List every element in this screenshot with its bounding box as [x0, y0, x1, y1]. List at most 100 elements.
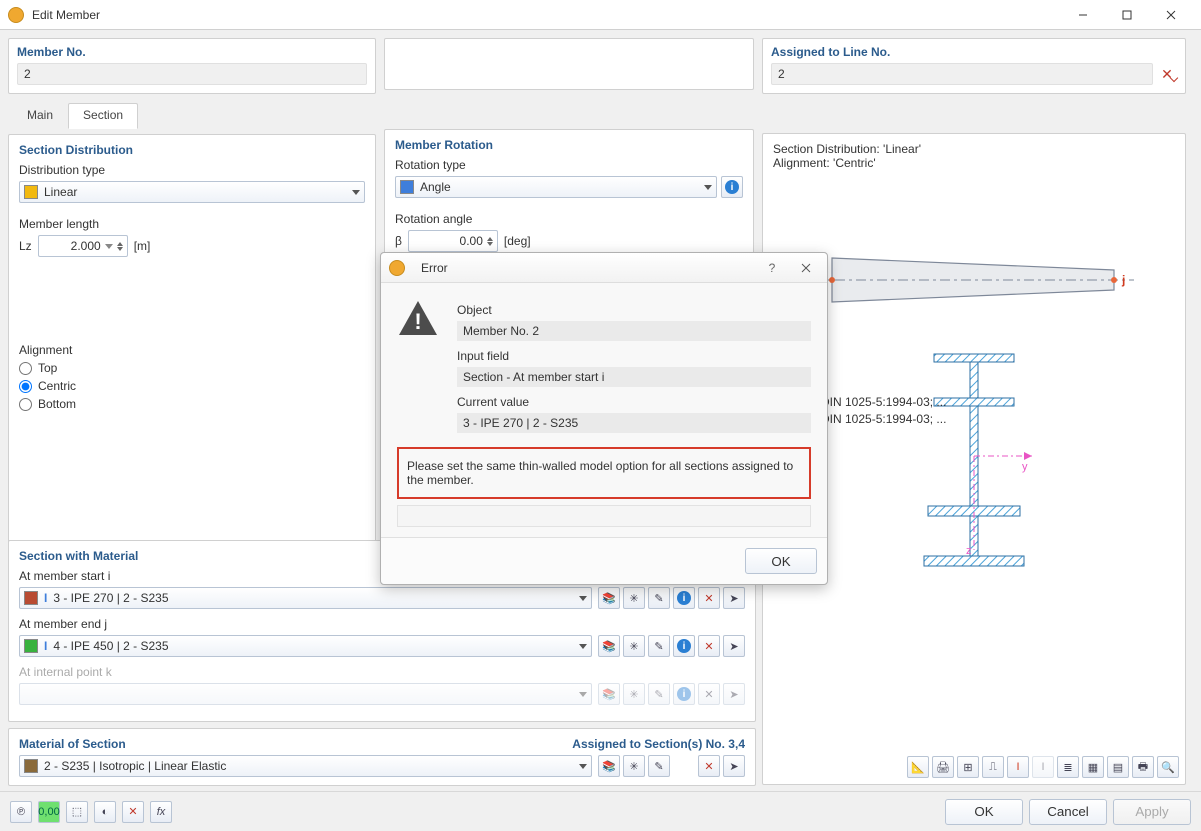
new-button[interactable]: ✳: [623, 755, 645, 777]
window-titlebar: Edit Member: [0, 0, 1201, 30]
dialog-close-button[interactable]: [793, 257, 819, 279]
swm-end-dropdown[interactable]: I 4 - IPE 450 | 2 - S235: [19, 635, 592, 657]
member-no-input[interactable]: 2: [17, 63, 367, 85]
info-icon: i: [725, 180, 739, 194]
node-j-label: j: [1121, 273, 1125, 287]
toolbar-i-button[interactable]: I: [1007, 756, 1029, 778]
delete-button[interactable]: ✕: [698, 755, 720, 777]
delete-button[interactable]: ✕: [698, 635, 720, 657]
toolbar-search-button[interactable]: 🔍: [1157, 756, 1179, 778]
member-rotation-title: Member Rotation: [395, 138, 743, 152]
toolbar-values-button[interactable]: ▤: [1107, 756, 1129, 778]
apply-button[interactable]: Apply: [1113, 799, 1191, 825]
maximize-button[interactable]: [1105, 1, 1149, 29]
new-button[interactable]: ✳: [623, 587, 645, 609]
ok-button[interactable]: OK: [945, 799, 1023, 825]
new-button[interactable]: ✳: [623, 635, 645, 657]
din-info-2: DIN 1025-5:1994-03; ...: [821, 411, 946, 428]
tab-main[interactable]: Main: [12, 103, 68, 129]
edit-button[interactable]: ✎: [648, 587, 670, 609]
library-button[interactable]: 📚: [598, 587, 620, 609]
member-length-input[interactable]: 2.000: [38, 235, 128, 257]
toolbar-grid-button[interactable]: ▦: [1082, 756, 1104, 778]
rotation-type-dropdown[interactable]: Angle: [395, 176, 717, 198]
length-symbol: Lz: [19, 239, 32, 253]
tabs: Main Section: [8, 102, 376, 128]
radio-bottom[interactable]: Bottom: [19, 397, 365, 411]
svg-text:z: z: [966, 545, 972, 557]
distribution-type-label: Distribution type: [19, 163, 365, 177]
toolbar-print-button[interactable]: 🖨: [932, 756, 954, 778]
toolbar-stress-button[interactable]: ⎍: [982, 756, 1004, 778]
empty-middle-panel: [384, 38, 754, 90]
swm-start-dropdown[interactable]: I 3 - IPE 270 | 2 - S235: [19, 587, 592, 609]
bb-fx-button[interactable]: fx: [150, 801, 172, 823]
pick-button[interactable]: ➤: [723, 635, 745, 657]
error-title: Error: [421, 261, 751, 275]
bb-local-button[interactable]: ◐: [94, 801, 116, 823]
din-info-1: DIN 1025-5:1994-03; ...: [821, 394, 946, 411]
info-button: i: [673, 683, 695, 705]
toolbar-list-button[interactable]: ≣: [1057, 756, 1079, 778]
toolbar-view-button[interactable]: 📐: [907, 756, 929, 778]
info-icon: i: [677, 639, 691, 653]
window-title: Edit Member: [32, 8, 1061, 22]
bb-remove-button[interactable]: ✕: [122, 801, 144, 823]
bb-axes-button[interactable]: ⬚: [66, 801, 88, 823]
material-panel: Material of Section Assigned to Section(…: [8, 728, 756, 786]
tab-section[interactable]: Section: [68, 103, 138, 129]
delete-button[interactable]: ✕: [698, 587, 720, 609]
info-button[interactable]: i: [673, 635, 695, 657]
cancel-button[interactable]: Cancel: [1029, 799, 1107, 825]
assigned-line-label: Assigned to Line No.: [771, 45, 1177, 59]
chevron-down-icon: [704, 185, 712, 190]
pick-button: ➤: [723, 683, 745, 705]
swm-internal-dropdown: [19, 683, 592, 705]
info-icon: i: [677, 687, 691, 701]
info-button[interactable]: i: [673, 587, 695, 609]
length-unit: [m]: [134, 239, 151, 253]
member-length-label: Member length: [19, 217, 365, 231]
preview-info-line1: Section Distribution: 'Linear': [773, 142, 1175, 156]
member-no-panel: Member No. 2: [8, 38, 376, 94]
toolbar-axes-button[interactable]: ⊞: [957, 756, 979, 778]
bb-units-button[interactable]: ℗: [10, 801, 32, 823]
bb-dim-button[interactable]: 0,00: [38, 801, 60, 823]
chevron-down-icon: [352, 190, 360, 195]
edit-button[interactable]: ✎: [648, 755, 670, 777]
radio-centric[interactable]: Centric: [19, 379, 365, 393]
new-button: ✳: [623, 683, 645, 705]
radio-top[interactable]: Top: [19, 361, 365, 375]
swatch-icon: [24, 759, 38, 773]
tapered-member-diagram: i j: [814, 250, 1134, 310]
warning-icon: !: [397, 299, 439, 337]
library-button: 📚: [598, 683, 620, 705]
line-picker-button[interactable]: ✕: [1157, 65, 1177, 83]
close-button[interactable]: [1149, 1, 1193, 29]
distribution-type-dropdown[interactable]: Linear: [19, 181, 365, 203]
assigned-line-input[interactable]: 2: [771, 63, 1153, 85]
material-dropdown[interactable]: 2 - S235 | Isotropic | Linear Elastic: [19, 755, 592, 777]
info-button[interactable]: i: [721, 176, 743, 198]
material-title: Material of Section: [19, 737, 126, 751]
library-button[interactable]: 📚: [598, 635, 620, 657]
rotation-angle-input[interactable]: 0.00: [408, 230, 498, 252]
chevron-down-icon: [105, 244, 113, 249]
error-message: Please set the same thin-walled model op…: [397, 447, 811, 499]
minimize-button[interactable]: [1061, 1, 1105, 29]
edit-button[interactable]: ✎: [648, 635, 670, 657]
edit-button: ✎: [648, 683, 670, 705]
library-button[interactable]: 📚: [598, 755, 620, 777]
angle-symbol: β: [395, 234, 402, 248]
toolbar-print2-button[interactable]: 🖶: [1132, 756, 1154, 778]
info-icon: i: [677, 591, 691, 605]
err-current-value: 3 - IPE 270 | 2 - S235: [457, 413, 811, 433]
alignment-label: Alignment: [19, 343, 365, 357]
i-beam-icon: I: [44, 591, 47, 605]
preview-info-line2: Alignment: 'Centric': [773, 156, 1175, 170]
pick-button[interactable]: ➤: [723, 587, 745, 609]
error-ok-button[interactable]: OK: [745, 548, 817, 574]
help-button[interactable]: ?: [759, 257, 785, 279]
pick-button[interactable]: ➤: [723, 755, 745, 777]
toolbar-i2-button[interactable]: I: [1032, 756, 1054, 778]
